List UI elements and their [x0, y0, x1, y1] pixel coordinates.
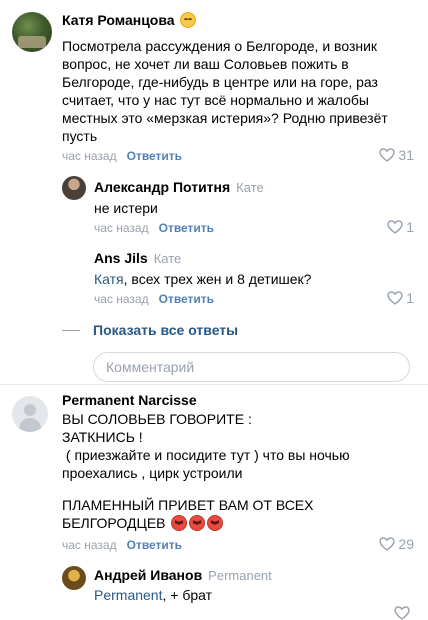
heart-outline-icon	[387, 291, 403, 305]
avatar[interactable]	[12, 12, 52, 52]
reply-to-label[interactable]: Кате	[236, 180, 264, 195]
reply-body: , всех трех жен и 8 детишек?	[123, 271, 312, 287]
reply-author[interactable]: Андрей Иванов Permanent	[94, 567, 272, 583]
reply-meta: час назад Ответить	[94, 221, 214, 235]
reply-author[interactable]: Александр Потитня Кате	[94, 179, 264, 195]
author-name[interactable]: Александр Потитня	[94, 179, 230, 195]
heart-outline-icon	[379, 148, 396, 162]
author-name[interactable]: Ans Jils	[94, 250, 148, 266]
timestamp: час назад	[62, 538, 117, 552]
comment-meta: час назад Ответить	[62, 149, 182, 163]
comment-meta: час назад Ответить	[62, 538, 182, 552]
timestamp: час назад	[94, 221, 149, 235]
text-line: ПЛАМЕННЫЙ ПРИВЕТ ВАМ ОТ ВСЕХ БЕЛГОРОДЦЕВ	[62, 497, 314, 531]
reply-button[interactable]: Ответить	[127, 538, 182, 552]
text-line: ЗАТКНИСЬ !	[62, 429, 143, 445]
heart-outline-icon	[394, 606, 410, 620]
text-line: ВЫ СОЛОВЬЕВ ГОВОРИТЕ :	[62, 411, 252, 427]
like-count: 1	[406, 290, 414, 306]
like-button[interactable]: 31	[379, 147, 414, 163]
reply-body: , + брат	[162, 587, 213, 603]
reply-text: не истери	[94, 200, 158, 216]
reply-meta: час назад Ответить	[94, 292, 214, 306]
thread-line	[62, 330, 80, 331]
author-name[interactable]: Катя Романцова	[62, 12, 175, 28]
comment-text: Посмотрела рассуждения о Белгороде, и во…	[62, 38, 388, 144]
comment-text-2: ПЛАМЕННЫЙ ПРИВЕТ ВАМ ОТ ВСЕХ БЕЛГОРОДЦЕВ	[62, 496, 362, 532]
comment-author[interactable]: Катя Романцова	[62, 12, 197, 28]
avatar[interactable]	[62, 176, 86, 200]
comment-text: ВЫ СОЛОВЬЕВ ГОВОРИТЕ : ЗАТКНИСЬ ! ( прие…	[62, 410, 412, 482]
smiling-face-emoji-icon	[180, 12, 197, 28]
comment-author[interactable]: Permanent Narcisse	[62, 392, 197, 408]
heart-outline-icon	[379, 537, 396, 551]
reply-button[interactable]: Ответить	[159, 292, 214, 306]
heart-outline-icon	[387, 220, 403, 234]
reply-button[interactable]: Ответить	[159, 221, 214, 235]
like-button[interactable]	[394, 606, 410, 620]
like-count: 29	[398, 536, 414, 552]
reply-author[interactable]: Ans Jils Кате	[94, 250, 181, 266]
text-line: ( приезжайте и посидите тут ) что вы ноч…	[62, 447, 354, 481]
mention-link[interactable]: Катя	[94, 271, 124, 287]
comment-input[interactable]	[93, 352, 410, 382]
like-button[interactable]: 1	[387, 219, 414, 235]
reply-to-label[interactable]: Кате	[154, 251, 182, 266]
angry-face-emoji-icon	[207, 515, 224, 531]
like-count: 31	[398, 147, 414, 163]
avatar[interactable]	[12, 396, 48, 432]
like-count: 1	[406, 219, 414, 235]
reply-button[interactable]: Ответить	[127, 149, 182, 163]
reply-text: Катя, всех трех жен и 8 детишек?	[94, 270, 311, 288]
mention-link[interactable]: Permanent	[94, 587, 162, 603]
reply-to-label[interactable]: Permanent	[208, 568, 272, 583]
like-button[interactable]: 29	[379, 536, 414, 552]
angry-face-emoji-icon	[189, 515, 206, 531]
reply-text: Permanent, + брат	[94, 586, 212, 604]
timestamp: час назад	[94, 292, 149, 306]
author-name[interactable]: Андрей Иванов	[94, 567, 202, 583]
angry-face-emoji-icon	[171, 515, 188, 531]
avatar[interactable]	[62, 566, 86, 590]
divider	[0, 384, 428, 385]
show-all-replies-link[interactable]: Показать все ответы	[93, 322, 238, 338]
like-button[interactable]: 1	[387, 290, 414, 306]
timestamp: час назад	[62, 149, 117, 163]
